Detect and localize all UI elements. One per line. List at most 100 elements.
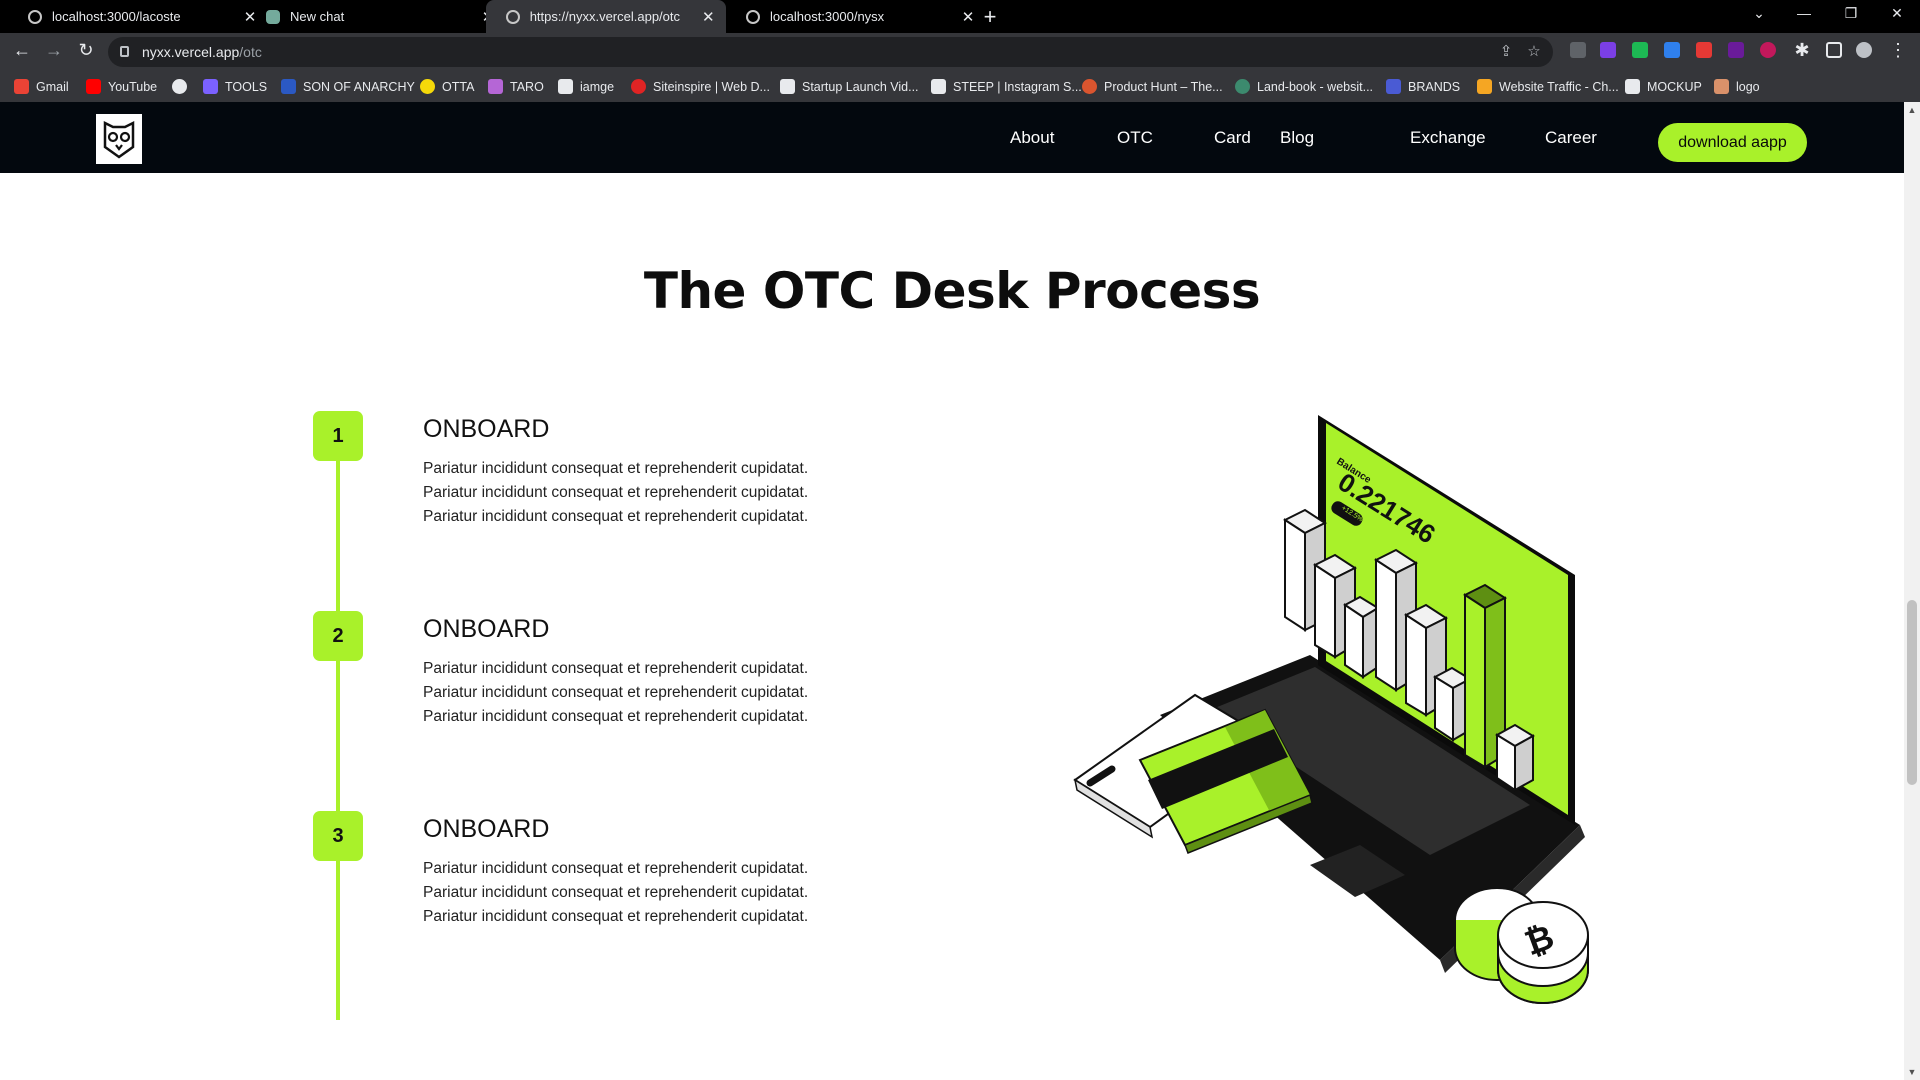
step-description: Pariatur incididunt consequat et reprehe… <box>423 660 809 677</box>
tab-title: https://nyxx.vercel.app/otc <box>529 9 680 24</box>
share-icon[interactable]: ⇪ <box>1496 42 1516 60</box>
close-window-button[interactable]: ✕ <box>1887 5 1907 22</box>
extension-icon[interactable] <box>1570 42 1586 58</box>
nav-career[interactable]: Career <box>1545 128 1597 148</box>
gmail-icon <box>14 79 29 94</box>
scroll-up-arrow-icon[interactable]: ▲ <box>1904 102 1920 118</box>
section-title: The OTC Desk Process <box>643 262 1261 320</box>
step-description: Pariatur incididunt consequat et reprehe… <box>423 460 809 477</box>
bookmark-item[interactable]: YouTube <box>86 71 157 102</box>
otta-icon <box>420 79 435 94</box>
step-description: Pariatur incididunt consequat et reprehe… <box>423 684 809 701</box>
globe-icon <box>172 79 187 94</box>
bookmark-item[interactable]: OTTA <box>420 71 474 102</box>
folder-icon <box>1386 79 1401 94</box>
browser-toolbar: ← → ↻ nyxx.vercel.app/otc ⇪ ☆ ✱ ⋮ <box>0 33 1920 71</box>
bookmark-item[interactable]: Product Hunt – The... <box>1082 71 1223 102</box>
step-description: Pariatur incididunt consequat et reprehe… <box>423 860 809 877</box>
step-number-badge: 2 <box>313 611 363 661</box>
scrollbar-thumb[interactable] <box>1907 600 1917 785</box>
site-header: About OTC Card Blog Exchange Career down… <box>0 102 1904 173</box>
nav-blog[interactable]: Blog <box>1280 128 1314 148</box>
bookmark-item[interactable]: logo <box>1714 71 1760 102</box>
bookmark-item[interactable]: BRANDS <box>1386 71 1460 102</box>
extension-icon[interactable] <box>1760 42 1776 58</box>
tab-search-icon[interactable]: ⌄ <box>1749 5 1769 22</box>
youtube-icon <box>86 79 101 94</box>
bookmark-item[interactable]: Land-book - websit... <box>1235 71 1373 102</box>
owl-logo-icon <box>103 120 135 159</box>
extension-icon[interactable] <box>1696 42 1712 58</box>
nav-card[interactable]: Card <box>1214 128 1251 148</box>
forward-icon[interactable]: → <box>42 40 66 61</box>
nav-otc[interactable]: OTC <box>1117 128 1153 148</box>
page-scrollbar[interactable] <box>1904 102 1920 1080</box>
timeline-line <box>336 430 340 1020</box>
bookmark-item[interactable] <box>172 71 194 102</box>
folder-icon <box>203 79 218 94</box>
extension-icon[interactable] <box>1664 42 1680 58</box>
step-description: Pariatur incididunt consequat et reprehe… <box>423 708 809 725</box>
globe-icon <box>506 9 520 24</box>
close-tab-icon[interactable]: ✕ <box>960 8 976 26</box>
back-icon[interactable]: ← <box>10 40 34 61</box>
product-hunt-icon <box>1082 79 1097 94</box>
folder-icon <box>1625 79 1640 94</box>
nav-exchange[interactable]: Exchange <box>1410 128 1486 148</box>
scroll-down-arrow-icon[interactable]: ▼ <box>1904 1064 1920 1080</box>
video-icon <box>780 79 795 94</box>
site-logo[interactable] <box>96 114 142 164</box>
folder-icon <box>281 79 296 94</box>
bookmark-item[interactable]: Gmail <box>14 71 69 102</box>
minimize-button[interactable]: — <box>1794 5 1814 21</box>
bookmark-item[interactable]: TARO <box>488 71 544 102</box>
extension-icon[interactable] <box>1600 42 1616 58</box>
steep-icon <box>931 79 946 94</box>
url-text[interactable]: nyxx.vercel.app/otc <box>142 44 262 60</box>
image-icon <box>558 79 573 94</box>
step-number-badge: 3 <box>313 811 363 861</box>
nav-about[interactable]: About <box>1010 128 1054 148</box>
address-bar[interactable]: nyxx.vercel.app/otc ⇪ ☆ <box>108 37 1553 67</box>
bookmark-item[interactable]: TOOLS <box>203 71 267 102</box>
bookmark-item[interactable]: iamge <box>558 71 614 102</box>
step-description: Pariatur incididunt consequat et reprehe… <box>423 508 809 525</box>
step-title: ONBOARD <box>423 415 550 443</box>
close-tab-icon[interactable]: ✕ <box>700 8 716 26</box>
bookmarks-bar: Gmail YouTube TOOLS SON OF ANARCHY OTTA … <box>0 71 1920 102</box>
profile-avatar[interactable] <box>1856 42 1872 58</box>
tab-title: localhost:3000/lacoste <box>52 9 181 24</box>
taro-icon <box>488 79 503 94</box>
bookmark-star-icon[interactable]: ☆ <box>1524 42 1544 60</box>
extension-icon[interactable] <box>1728 42 1744 58</box>
restore-button[interactable]: ❐ <box>1841 5 1861 22</box>
bookmark-item[interactable]: STEEP | Instagram S... <box>931 71 1082 102</box>
bookmark-item[interactable]: Siteinspire | Web D... <box>631 71 770 102</box>
chatgpt-icon <box>266 9 280 24</box>
land-book-icon <box>1235 79 1250 94</box>
browser-tab-strip: localhost:3000/lacoste ✕ New chat ✕ http… <box>0 0 1920 33</box>
browser-tab[interactable]: New chat ✕ <box>246 0 506 33</box>
bookmark-item[interactable]: SON OF ANARCHY <box>281 71 415 102</box>
reload-icon[interactable]: ↻ <box>74 40 98 61</box>
extension-icon[interactable] <box>1632 42 1648 58</box>
step-title: ONBOARD <box>423 615 550 643</box>
browser-tab-active[interactable]: https://nyxx.vercel.app/otc ✕ <box>486 0 726 33</box>
step-description: Pariatur incididunt consequat et reprehe… <box>423 484 809 501</box>
step-description: Pariatur incididunt consequat et reprehe… <box>423 908 809 925</box>
bookmark-item[interactable]: Website Traffic - Ch... <box>1477 71 1619 102</box>
extensions-puzzle-icon[interactable]: ✱ <box>1790 40 1814 61</box>
browser-tab[interactable]: localhost:3000/lacoste ✕ <box>8 0 268 33</box>
tab-title: New chat <box>290 9 345 24</box>
bookmark-item[interactable]: Startup Launch Vid... <box>780 71 919 102</box>
new-tab-button[interactable]: + <box>978 4 1002 30</box>
side-panel-icon[interactable] <box>1826 42 1842 58</box>
coin-stack: ₿ <box>1454 887 1589 1004</box>
browser-tab[interactable]: localhost:3000/nysx ✕ <box>726 0 986 33</box>
bookmark-item[interactable]: MOCKUP <box>1625 71 1702 102</box>
globe-icon <box>28 9 42 24</box>
menu-kebab-icon[interactable]: ⋮ <box>1886 40 1910 61</box>
globe-icon <box>746 9 760 24</box>
download-app-button[interactable]: download aapp <box>1658 123 1807 162</box>
step-title: ONBOARD <box>423 815 550 843</box>
